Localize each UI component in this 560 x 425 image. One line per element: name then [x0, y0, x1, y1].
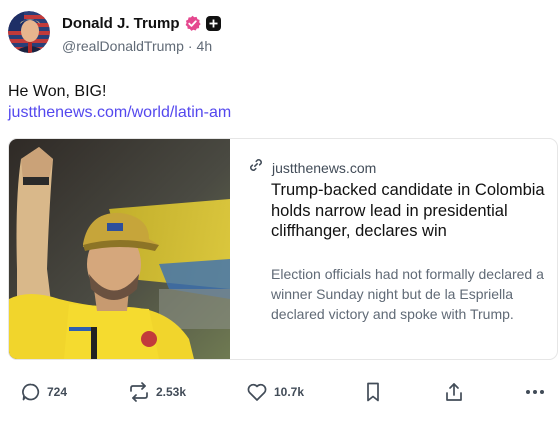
card-image [9, 139, 230, 359]
repost-icon [128, 382, 150, 402]
bookmark-icon [364, 381, 382, 403]
card-domain-row: justthenews.com [248, 157, 376, 178]
link-icon [248, 157, 264, 178]
reply-icon [21, 382, 41, 402]
more-icon [524, 382, 546, 402]
avatar[interactable] [8, 11, 50, 53]
verified-badge-icon [184, 15, 201, 32]
action-bar: 724 2.53k 10.7k [0, 380, 560, 404]
like-button[interactable]: 10.7k [246, 380, 304, 404]
bookmark-button[interactable] [364, 380, 382, 404]
card-domain: justthenews.com [272, 159, 377, 176]
reply-button[interactable]: 724 [21, 380, 67, 404]
like-icon [246, 382, 268, 402]
author-handle[interactable]: @realDonaldTrump [62, 38, 184, 54]
link-preview-card[interactable]: justthenews.com Trump-backed candidate i… [8, 138, 558, 360]
post: Donald J. Trump @realDonaldTrump · 4h He… [0, 0, 560, 425]
share-button[interactable] [444, 380, 464, 404]
reply-count: 724 [47, 385, 68, 399]
separator-dot: · [187, 38, 193, 54]
share-icon [444, 381, 464, 403]
author-display-name[interactable]: Donald J. Trump [62, 15, 180, 32]
post-text: He Won, BIG! [8, 83, 107, 100]
add-icon[interactable] [205, 15, 222, 32]
repost-button[interactable]: 2.53k [128, 380, 186, 404]
card-title: Trump-backed candidate in Colombia holds… [271, 181, 545, 240]
card-description: Election officials had not formally decl… [271, 266, 544, 322]
like-count: 10.7k [274, 385, 305, 399]
more-options-button[interactable] [524, 380, 546, 404]
post-time[interactable]: 4h [197, 38, 213, 54]
post-link[interactable]: justthenews.com/world/latin-am [8, 104, 231, 122]
repost-count: 2.53k [156, 385, 187, 399]
author-line: Donald J. Trump [62, 13, 222, 33]
handle-line: @realDonaldTrump · 4h [62, 38, 212, 54]
